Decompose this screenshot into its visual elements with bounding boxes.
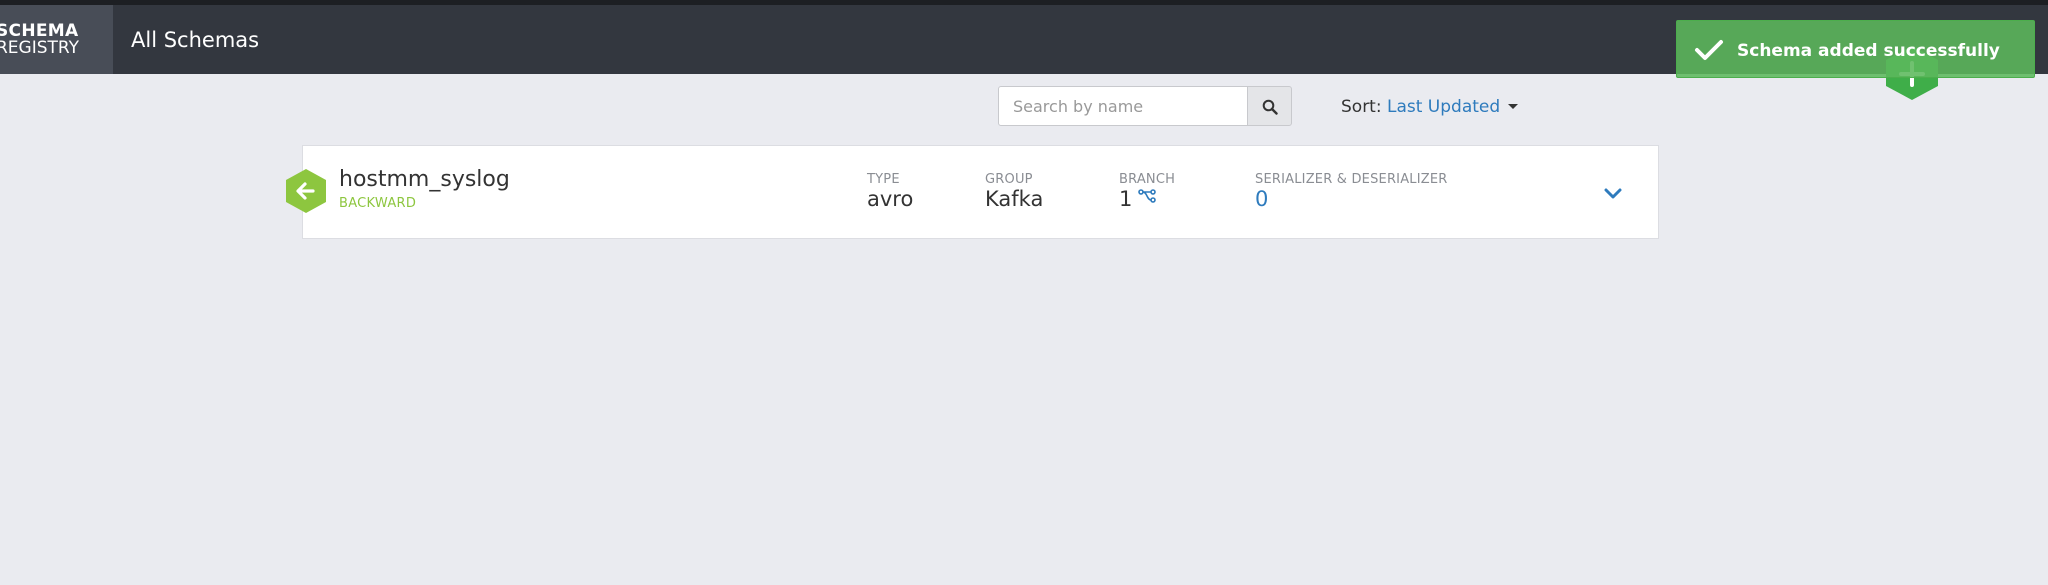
check-icon bbox=[1695, 40, 1723, 60]
group-label: GROUP bbox=[985, 172, 1033, 187]
search-icon bbox=[1262, 99, 1278, 115]
success-toast[interactable]: Schema added successfully bbox=[1676, 20, 2035, 78]
toast-message: Schema added successfully bbox=[1737, 41, 2000, 61]
sort-label: Sort: bbox=[1341, 97, 1382, 117]
schema-registry-logo[interactable]: SCHEMA REGISTRY bbox=[0, 5, 113, 74]
branch-value-group: 1 bbox=[1119, 187, 1157, 211]
branch-label: BRANCH bbox=[1119, 172, 1176, 187]
sort-dropdown[interactable]: Last Updated bbox=[1386, 97, 1519, 117]
chevron-down-icon[interactable] bbox=[1604, 187, 1622, 201]
search-input[interactable] bbox=[998, 86, 1248, 126]
group-value: Kafka bbox=[985, 187, 1044, 211]
type-value: avro bbox=[867, 187, 914, 211]
sort-value: Last Updated bbox=[1386, 97, 1501, 117]
branch-count: 1 bbox=[1119, 187, 1133, 211]
serdes-count-link[interactable]: 0 bbox=[1255, 187, 1268, 211]
serdes-label: SERIALIZER & DESERIALIZER bbox=[1255, 172, 1448, 187]
caret-down-icon bbox=[1508, 104, 1519, 109]
logo-line-2: REGISTRY bbox=[0, 38, 80, 58]
schema-name[interactable]: hostmm_syslog bbox=[339, 167, 510, 192]
branch-icon[interactable] bbox=[1138, 188, 1157, 204]
type-label: TYPE bbox=[867, 172, 900, 187]
schema-card[interactable] bbox=[302, 145, 1659, 239]
backward-arrow-hexagon-icon bbox=[286, 169, 326, 213]
schema-compatibility: BACKWARD bbox=[339, 196, 417, 211]
page-title: All Schemas bbox=[131, 28, 260, 52]
search-button[interactable] bbox=[1247, 86, 1292, 126]
sort-control: Sort: Last Updated bbox=[1341, 97, 1519, 117]
